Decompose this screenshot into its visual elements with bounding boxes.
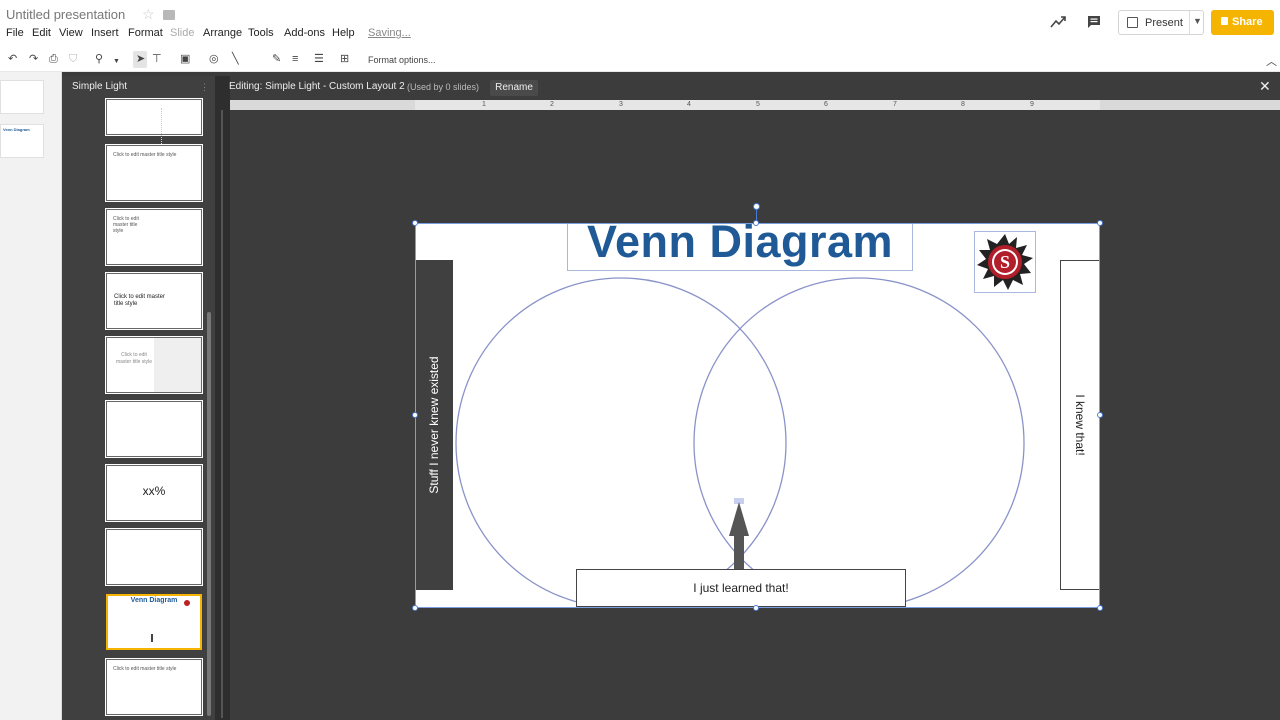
panel-menu-icon[interactable]: ⋮	[200, 82, 209, 93]
resize-handle[interactable]	[1097, 220, 1103, 226]
paint-format-icon[interactable]: ⛉	[69, 52, 77, 66]
resize-handle[interactable]	[412, 220, 418, 226]
slide-title[interactable]: Venn Diagram	[567, 216, 913, 268]
comment-icon[interactable]	[1086, 14, 1102, 30]
border-color-icon[interactable]: ✎	[272, 52, 281, 66]
thumb-logo	[184, 600, 190, 606]
present-label: Present	[1145, 17, 1183, 29]
up-arrow-shape[interactable]	[722, 496, 756, 572]
resize-handle[interactable]	[753, 605, 759, 611]
collapse-toolbar-icon[interactable]: ︿	[1266, 53, 1277, 69]
menu-file[interactable]: File	[6, 27, 24, 39]
rotation-handle[interactable]	[753, 203, 760, 210]
select-cursor-icon[interactable]: ➤	[136, 52, 145, 66]
shape-icon[interactable]: ◎	[209, 52, 219, 66]
present-dropdown-icon[interactable]: ▼	[1193, 16, 1202, 26]
present-divider	[1189, 11, 1190, 34]
thumb-title: Click to edit master title style	[115, 352, 153, 365]
panel-scrollbar[interactable]	[207, 312, 211, 716]
resize-handle[interactable]	[1097, 605, 1103, 611]
slide-filmstrip: Venn Diagram	[0, 72, 62, 720]
layout-thumbnail[interactable]	[105, 98, 203, 144]
rename-button[interactable]: Rename	[490, 80, 538, 96]
activity-trend-icon[interactable]	[1050, 14, 1066, 30]
sun-logo-icon: S	[977, 234, 1033, 290]
menu-tools[interactable]: Tools	[248, 27, 274, 39]
present-icon	[1127, 17, 1138, 28]
layout-thumbnail[interactable]: Click to edit master title style	[105, 336, 203, 394]
slide-thumbnail[interactable]: Venn Diagram	[0, 124, 44, 158]
layout-thumbnail-selected[interactable]: Venn Diagram	[106, 594, 202, 650]
layout-thumbnail[interactable]	[105, 528, 203, 586]
title-bar: Untitled presentation ☆ File Edit View I…	[0, 0, 1280, 48]
lock-icon	[1221, 17, 1228, 25]
bottom-label-text: I just learned that!	[693, 581, 789, 595]
ruler-tick: 4	[687, 101, 691, 108]
ruler-tick: 7	[893, 101, 897, 108]
layout-thumbnail[interactable]: Click to edit master title style	[105, 144, 203, 202]
editing-layout-label: Editing: Simple Light - Custom Layout 2	[229, 81, 405, 92]
star-icon[interactable]: ☆	[142, 6, 155, 23]
document-title[interactable]: Untitled presentation	[6, 7, 125, 22]
ruler-tick: 6	[824, 101, 828, 108]
menu-insert[interactable]: Insert	[91, 27, 119, 39]
menu-view[interactable]: View	[59, 27, 83, 39]
resize-handle[interactable]	[753, 220, 759, 226]
save-status[interactable]: Saving...	[368, 27, 411, 39]
zoom-icon[interactable]: ⚲	[95, 52, 103, 66]
ruler-tick: 2	[550, 101, 554, 108]
ruler-tick: 5	[756, 101, 760, 108]
border-weight-icon[interactable]: ≡	[292, 52, 298, 66]
ruler-tick: 3	[619, 101, 623, 108]
used-by-label: (Used by 0 slides)	[407, 82, 480, 92]
present-button[interactable]: Present ▼	[1118, 10, 1204, 35]
share-button[interactable]: Share	[1211, 10, 1274, 35]
line-icon[interactable]: ╲	[232, 52, 239, 66]
menu-help[interactable]: Help	[332, 27, 355, 39]
ruler-tick: 9	[1030, 101, 1034, 108]
undo-icon[interactable]: ↶	[8, 52, 17, 66]
print-icon[interactable]: ⎙	[49, 52, 58, 66]
layout-thumbnail[interactable]: Click to edit master title style	[105, 208, 203, 266]
theme-name: Simple Light	[72, 81, 128, 92]
resize-handle[interactable]	[412, 605, 418, 611]
layout-thumbnail[interactable]: xx%	[105, 464, 203, 522]
svg-text:S: S	[1000, 252, 1010, 272]
thumb-title: Click to edit master title style	[113, 666, 177, 672]
layout-thumbnail[interactable]: Click to edit master title style	[105, 272, 203, 330]
close-icon[interactable]: ✕	[1259, 78, 1271, 95]
text-box-icon[interactable]: ⊤	[152, 52, 162, 66]
thumb-placeholder-lines	[161, 108, 191, 144]
layout-thumbnail[interactable]	[105, 400, 203, 458]
menu-format[interactable]: Format	[128, 27, 163, 39]
redo-icon[interactable]: ↷	[29, 52, 38, 66]
thumb-big-number: xx%	[142, 484, 166, 498]
image-icon[interactable]: ▣	[180, 52, 190, 66]
ruler-tick: 8	[961, 101, 965, 108]
mini-thumb-title: Venn Diagram	[3, 127, 30, 132]
toolbar: ↶ ↷ ⎙ ⛉ ⚲ ▼ ➤ ⊤ ▣ ◎ ╲ ✎ ≡ ☰ ⊞ Format opt…	[0, 48, 1280, 72]
menu-edit[interactable]: Edit	[32, 27, 51, 39]
layout-thumbnail[interactable]: Click to edit master title style	[105, 658, 203, 716]
menu-arrange[interactable]: Arrange	[203, 27, 242, 39]
folder-icon[interactable]	[163, 10, 175, 20]
share-label: Share	[1232, 16, 1263, 28]
slide-thumbnail[interactable]	[0, 80, 44, 114]
add-comment-icon[interactable]: ⊞	[340, 52, 349, 66]
thumb-arrow	[151, 634, 153, 642]
menu-addons[interactable]: Add-ons	[284, 27, 325, 39]
ruler-tick: 1	[482, 101, 486, 108]
menu-slide[interactable]: Slide	[170, 27, 194, 39]
thumb-title: Click to edit master title style	[113, 152, 177, 158]
thumb-title: Click to edit master title style	[114, 294, 166, 307]
resize-handle[interactable]	[412, 412, 418, 418]
format-options-button[interactable]: Format options...	[368, 55, 436, 65]
border-dash-icon[interactable]: ☰	[314, 52, 324, 66]
zoom-dropdown-icon[interactable]: ▼	[113, 55, 120, 69]
resize-handle[interactable]	[1097, 412, 1103, 418]
vertical-ruler	[221, 110, 223, 718]
thumb-title: Click to edit master title style	[113, 216, 139, 234]
